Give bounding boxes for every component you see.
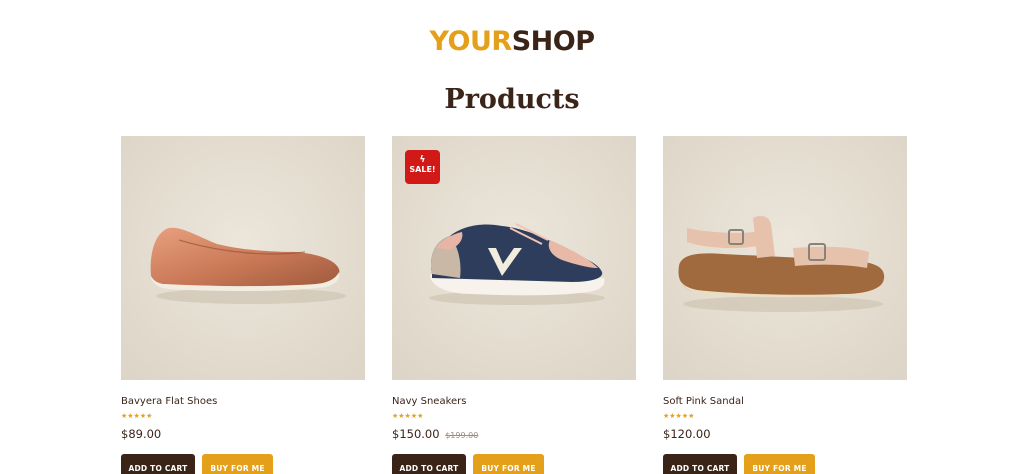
product-card: Bavyera Flat Shoes ★★★★★ $89.00 ADD TO C… (121, 136, 365, 474)
product-price: $150.00 $199.00 (392, 427, 478, 441)
rating-stars: ★★★★★ (121, 412, 153, 420)
product-image[interactable] (663, 136, 907, 380)
logo-part-shop: SHOP (511, 26, 595, 57)
add-to-cart-button[interactable]: ADD TO CART (121, 454, 195, 474)
current-price: $150.00 (392, 427, 440, 441)
product-image[interactable]: ϟ SALE! (392, 136, 636, 380)
product-price: $89.00 (121, 427, 161, 441)
flat-shoe-icon (121, 136, 365, 380)
add-to-cart-button[interactable]: ADD TO CART (392, 454, 466, 474)
product-card: Soft Pink Sandal ★★★★★ $120.00 ADD TO CA… (663, 136, 907, 474)
buy-for-me-button[interactable]: BUY FOR ME (744, 454, 815, 474)
current-price: $89.00 (121, 427, 162, 441)
sale-badge-label: SALE! (409, 165, 436, 174)
product-name[interactable]: Bavyera Flat Shoes (121, 396, 217, 407)
product-price: $120.00 (663, 427, 711, 441)
product-card: ϟ SALE! Navy Sneakers ★★★★★ $150.00 $199… (392, 136, 636, 474)
product-name[interactable]: Navy Sneakers (392, 396, 467, 407)
buy-for-me-button[interactable]: BUY FOR ME (202, 454, 273, 474)
buy-for-me-button[interactable]: BUY FOR ME (473, 454, 544, 474)
rating-stars: ★★★★★ (663, 412, 695, 420)
shop-logo[interactable]: YOURSHOP (0, 27, 1024, 57)
product-image[interactable] (121, 136, 365, 380)
add-to-cart-button[interactable]: ADD TO CART (663, 454, 737, 474)
sandal-icon (663, 136, 907, 380)
product-name[interactable]: Soft Pink Sandal (663, 396, 744, 407)
logo-part-your: YOUR (429, 26, 512, 57)
current-price: $120.00 (663, 427, 711, 441)
lightning-icon: ϟ (419, 155, 426, 165)
rating-stars: ★★★★★ (392, 412, 424, 420)
sale-badge: ϟ SALE! (405, 150, 440, 184)
page-title: Products (444, 84, 580, 115)
old-price: $199.00 (445, 431, 479, 440)
